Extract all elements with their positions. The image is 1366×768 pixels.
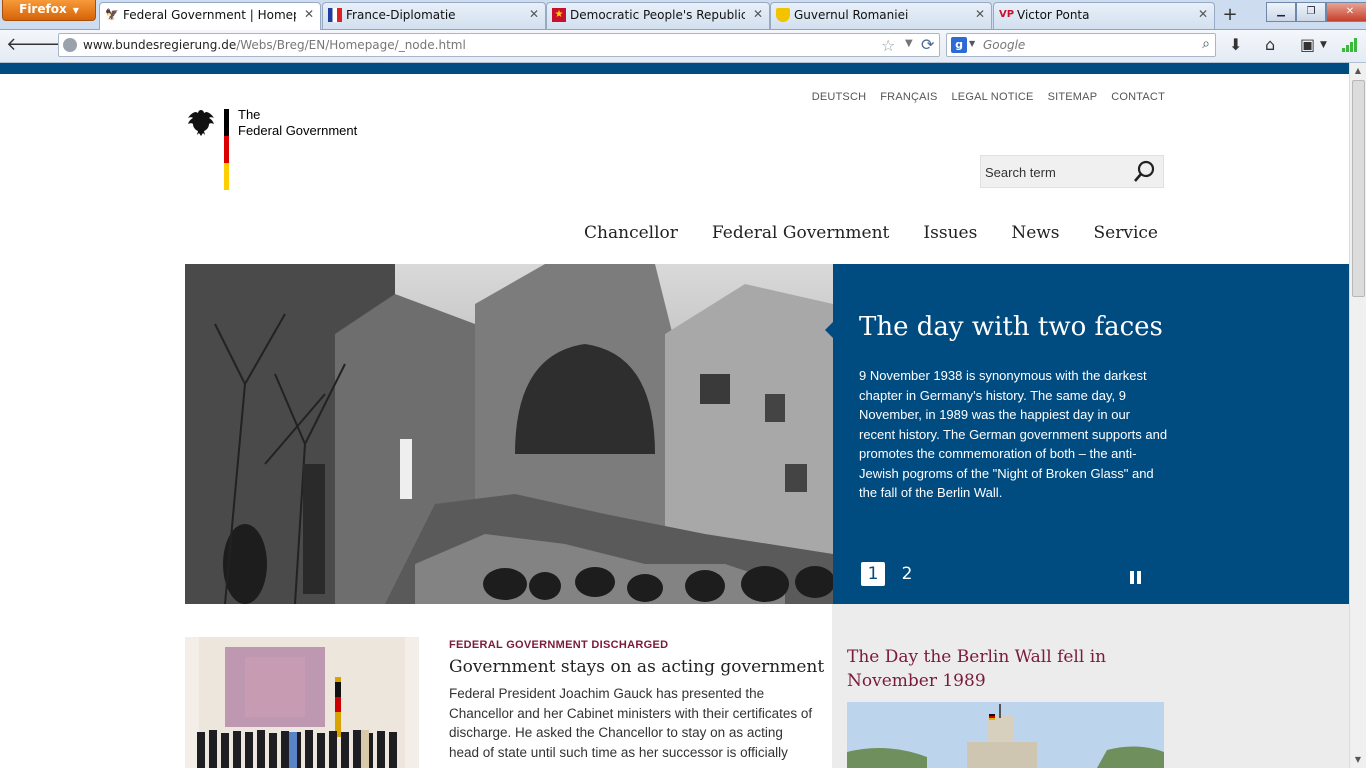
- pause-icon[interactable]: [1130, 571, 1142, 585]
- bookmarks-menu-icon[interactable]: ▣: [1300, 35, 1315, 54]
- back-button[interactable]: 🡐: [6, 34, 54, 58]
- firefox-menu-button[interactable]: Firefox ▼: [2, 0, 96, 21]
- tab-victor-ponta[interactable]: VP Victor Ponta ✕: [993, 2, 1215, 29]
- slider-pagination: 1 2: [861, 562, 919, 586]
- forward-button[interactable]: 🡒: [32, 34, 80, 58]
- url-text: www.bundesregierung.de/Webs/Breg/EN/Home…: [83, 38, 466, 52]
- news-kicker: FEDERAL GOVERNMENT DISCHARGED: [449, 639, 669, 651]
- german-flag-bar: [224, 109, 229, 190]
- slide-1-button[interactable]: 1: [861, 562, 885, 586]
- federal-eagle-icon: [185, 107, 217, 139]
- close-window-button[interactable]: ✕: [1326, 2, 1366, 22]
- close-tab-icon[interactable]: ✕: [1198, 7, 1208, 21]
- link-legal-notice[interactable]: LEGAL NOTICE: [951, 91, 1033, 103]
- sidebar-article-title[interactable]: The Day the Berlin Wall fell in November…: [847, 645, 1167, 693]
- reload-icon[interactable]: ⟳: [921, 35, 934, 54]
- logo-text: The Federal Government: [238, 107, 357, 139]
- france-favicon-icon: [328, 8, 342, 22]
- nav-chancellor[interactable]: Chancellor: [584, 223, 678, 243]
- search-icon[interactable]: [1133, 160, 1155, 189]
- cabinet-photo[interactable]: [185, 637, 419, 768]
- tab-title: Guvernul Romaniei: [794, 8, 909, 22]
- nav-news[interactable]: News: [1011, 223, 1059, 243]
- search-bar[interactable]: g ▼ Google ⌕: [946, 33, 1216, 57]
- chevron-down-icon[interactable]: ▼: [1320, 40, 1327, 50]
- tab-strip: Firefox ▼ 🦅 Federal Government | Homepage…: [0, 0, 1366, 30]
- minimize-button[interactable]: ▁: [1266, 2, 1296, 22]
- news-text: Federal President Joachim Gauck has pres…: [449, 686, 813, 760]
- scroll-down-icon[interactable]: ▼: [1350, 752, 1366, 768]
- nav-service[interactable]: Service: [1094, 223, 1158, 243]
- window-controls: ▁ ❐ ✕: [1266, 2, 1366, 22]
- google-engine-icon[interactable]: g: [951, 37, 967, 53]
- tab-title: France-Diplomatie: [346, 8, 456, 22]
- history-dropdown-icon[interactable]: ▼: [905, 38, 913, 49]
- tab-guvernul-romaniei[interactable]: Guvernul Romaniei ✕: [770, 2, 992, 29]
- eagle-favicon-icon: 🦅: [105, 8, 119, 21]
- close-tab-icon[interactable]: ✕: [753, 7, 763, 21]
- tab-france-diplomatie[interactable]: France-Diplomatie ✕: [322, 2, 546, 29]
- chevron-down-icon: ▼: [72, 6, 79, 15]
- search-icon[interactable]: ⌕: [1202, 36, 1210, 52]
- logo-line-1: The: [238, 107, 261, 122]
- site-search-placeholder: Search term: [985, 165, 1056, 180]
- signal-icon: [1342, 38, 1358, 52]
- navigation-toolbar: 🡐 🡒 www.bundesregierung.de/Webs/Breg/EN/…: [0, 30, 1366, 63]
- tab-title: Federal Government | Homepage: [123, 8, 296, 22]
- link-deutsch[interactable]: DEUTSCH: [812, 91, 867, 103]
- url-bar[interactable]: www.bundesregierung.de/Webs/Breg/EN/Home…: [58, 33, 940, 57]
- link-contact[interactable]: CONTACT: [1111, 91, 1165, 103]
- panel-notch: [825, 322, 833, 338]
- hero-title[interactable]: The day with two faces: [859, 312, 1163, 342]
- romania-crest-favicon-icon: [776, 8, 790, 22]
- news-title[interactable]: Government stays on as acting government: [449, 657, 824, 677]
- hero-image-kristallnacht[interactable]: [185, 264, 833, 604]
- maximize-button[interactable]: ❐: [1296, 2, 1326, 22]
- scroll-up-icon[interactable]: ▲: [1350, 63, 1366, 79]
- hero-panel-extension: [1164, 264, 1349, 604]
- tab-title: Democratic People's Republic of...: [570, 8, 745, 22]
- tab-dprk[interactable]: ★ Democratic People's Republic of... ✕: [546, 2, 770, 29]
- new-tab-button[interactable]: +: [1216, 3, 1244, 28]
- scrollbar-thumb[interactable]: [1352, 80, 1365, 297]
- hero-text: 9 November 1938 is synonymous with the d…: [859, 368, 1168, 500]
- globe-icon: [63, 38, 77, 52]
- firefox-menu-label: Firefox: [19, 2, 67, 16]
- close-tab-icon[interactable]: ✕: [529, 7, 539, 21]
- site-search-input[interactable]: Search term: [980, 155, 1164, 188]
- tab-federal-government[interactable]: 🦅 Federal Government | Homepage ✕: [99, 2, 321, 30]
- vp-favicon-icon: VP: [999, 9, 1015, 20]
- service-links: DEUTSCH FRANÇAIS LEGAL NOTICE SITEMAP CO…: [812, 91, 1165, 103]
- web-page: The Federal Government DEUTSCH FRANÇAIS …: [0, 63, 1349, 768]
- tab-title: Victor Ponta: [1017, 8, 1090, 22]
- logo-line-2: Federal Government: [238, 123, 358, 138]
- brand-top-stripe: [0, 63, 1349, 74]
- main-navigation: Chancellor Federal Government Issues New…: [584, 223, 1158, 243]
- close-tab-icon[interactable]: ✕: [304, 7, 314, 21]
- search-placeholder: Google: [983, 38, 1026, 52]
- reichstag-photo[interactable]: [847, 702, 1164, 768]
- downloads-icon[interactable]: ⬇: [1229, 35, 1242, 54]
- chevron-down-icon[interactable]: ▼: [969, 39, 975, 48]
- link-francais[interactable]: FRANÇAIS: [880, 91, 937, 103]
- dprk-favicon-icon: ★: [552, 8, 566, 22]
- hero-text-panel: The day with two faces 9 November 1938 i…: [825, 264, 1167, 604]
- nav-issues[interactable]: Issues: [923, 223, 977, 243]
- bookmark-star-icon[interactable]: ☆: [881, 36, 895, 55]
- hero-slider: The day with two faces 9 November 1938 i…: [185, 264, 1167, 604]
- link-sitemap[interactable]: SITEMAP: [1048, 91, 1098, 103]
- slide-2-button[interactable]: 2: [895, 562, 919, 586]
- page-scrollbar[interactable]: ▲ ▼: [1349, 63, 1366, 768]
- nav-federal-government[interactable]: Federal Government: [712, 223, 890, 243]
- home-icon[interactable]: ⌂: [1265, 35, 1275, 54]
- close-tab-icon[interactable]: ✕: [975, 7, 985, 21]
